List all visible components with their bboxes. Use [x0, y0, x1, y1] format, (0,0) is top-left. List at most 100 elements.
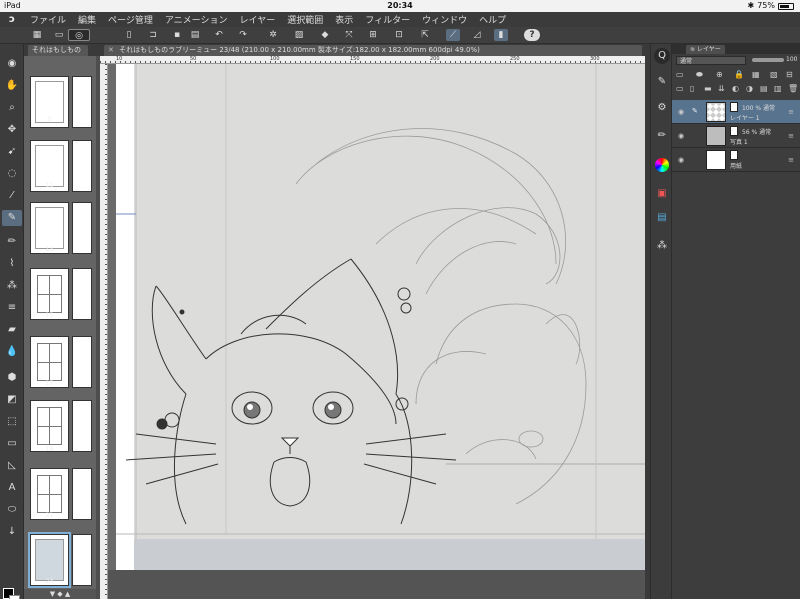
zoom-icon[interactable]: ◉ — [2, 56, 22, 72]
gradient-icon[interactable]: ◩ — [2, 392, 22, 408]
delete-layer-icon[interactable]: 🗑 — [788, 84, 798, 93]
redo-icon[interactable]: ↷ — [236, 29, 250, 41]
balloon-icon[interactable]: ⬭ — [2, 502, 22, 518]
text-icon[interactable]: A — [2, 480, 22, 496]
invert-selection-icon[interactable]: ⊞ — [366, 29, 380, 41]
menu-page-manage[interactable]: ページ管理 — [102, 13, 159, 26]
frame-border-icon[interactable]: ▭ — [2, 436, 22, 452]
merge-down-icon[interactable]: ⇊ — [718, 84, 725, 93]
mask-display-icon[interactable]: ▥ — [774, 84, 782, 93]
clip-layer-icon[interactable]: ⬬ — [696, 70, 703, 80]
layer-row[interactable]: ◉ 用紙 ≡ — [672, 148, 800, 172]
close-tab-icon[interactable]: ✕ — [108, 46, 114, 54]
search-icon[interactable]: Q — [654, 48, 670, 64]
ruler-link-icon[interactable]: ⊟ — [786, 70, 793, 79]
snap-special-ruler-icon[interactable]: ◿ — [470, 29, 484, 41]
eye-icon[interactable]: ◉ — [678, 156, 684, 164]
menu-view[interactable]: 表示 — [329, 13, 359, 26]
color-wheel-icon[interactable] — [655, 158, 669, 172]
menu-selection[interactable]: 選択範囲 — [281, 13, 329, 26]
new-file-icon[interactable]: ▭ — [52, 29, 66, 41]
eye-icon[interactable]: ◉ — [678, 132, 684, 140]
page-strip-scroll-controls[interactable]: ▼ ◆ ▲ — [24, 589, 96, 599]
lock-transparency-icon[interactable]: ▦ — [752, 70, 760, 79]
pen-icon[interactable]: ✎ — [2, 210, 22, 226]
sub-tool-icon[interactable]: ✎ — [654, 74, 670, 90]
correct-line-icon[interactable]: ↓ — [2, 524, 22, 540]
eye-icon[interactable]: ◉ — [678, 108, 684, 116]
menu-window[interactable]: ウィンドウ — [416, 13, 473, 26]
transform-icon[interactable]: ⤧ — [342, 29, 356, 41]
canvas-area[interactable]: 10 50 100 150 200 250 300 — [100, 56, 645, 599]
page-thumbnail[interactable] — [72, 336, 92, 388]
page-thumbnail[interactable] — [72, 202, 92, 254]
menu-layer[interactable]: レイヤー — [234, 13, 282, 26]
apply-mask-icon[interactable]: ◑ — [746, 84, 753, 93]
undo-icon[interactable]: ↶ — [212, 29, 226, 41]
color-set-icon[interactable]: ▣ — [654, 186, 670, 202]
page-thumbnail[interactable] — [72, 140, 92, 192]
save-as-icon[interactable]: ▤ — [188, 29, 202, 41]
figure-icon[interactable]: ⬚ — [2, 414, 22, 430]
material-icon[interactable]: ⁂ — [654, 238, 670, 254]
scale-icon[interactable]: ⇱ — [418, 29, 432, 41]
page-thumbnail[interactable] — [72, 268, 92, 320]
opacity-slider[interactable] — [752, 58, 784, 62]
layer-menu-icon[interactable]: ≡ — [788, 156, 794, 164]
pencil-icon[interactable]: ✏ — [2, 234, 22, 250]
mask-icon[interactable]: ▧ — [770, 70, 778, 79]
snap-ruler-icon[interactable]: ⟋ — [446, 29, 460, 41]
draft-icon[interactable]: ▤ — [760, 84, 768, 93]
new-folder-icon[interactable]: ▬ — [704, 84, 712, 93]
page-thumbnail[interactable] — [30, 400, 69, 452]
layer-row-selected[interactable]: ◉ ✎ 100 % 通常 レイヤー 1 ≡ — [672, 100, 800, 124]
app-logo-icon[interactable]: ↄ — [0, 14, 24, 25]
color-history-icon[interactable]: ▤ — [654, 210, 670, 226]
help-icon[interactable]: ? — [524, 29, 540, 41]
save-icon[interactable]: ▪ — [170, 29, 184, 41]
eyedropper-icon[interactable]: ⁄ — [2, 188, 22, 204]
ruler-icon[interactable]: ◺ — [2, 458, 22, 474]
menu-file[interactable]: ファイル — [24, 13, 72, 26]
menu-edit[interactable]: 編集 — [72, 13, 102, 26]
new-mask-icon[interactable]: ◐ — [732, 84, 739, 93]
canvas-scroll-area[interactable] — [108, 570, 645, 599]
snap-grid-icon[interactable]: ▮ — [494, 29, 508, 41]
magnifier-icon[interactable]: ⌕ — [2, 100, 22, 116]
clip-studio-icon[interactable]: ◎ — [68, 29, 90, 41]
layer-menu-icon[interactable]: ≡ — [788, 132, 794, 140]
page-thumbnail[interactable] — [72, 76, 92, 128]
grid-view-icon[interactable]: ▦ — [30, 29, 44, 41]
blend-mode-select[interactable]: 通常 — [676, 56, 746, 65]
hand-icon[interactable]: ✋ — [2, 78, 22, 94]
brush-size-icon[interactable]: ✏ — [654, 128, 670, 144]
menu-animation[interactable]: アニメーション — [159, 13, 234, 26]
move-icon[interactable]: ✥ — [2, 122, 22, 138]
fill-bucket-icon[interactable]: ⬢ — [2, 370, 22, 386]
background-color-swatch[interactable] — [9, 595, 20, 599]
layer-color-icon[interactable]: ▭ — [676, 70, 684, 79]
tab-layer[interactable]: ≋ レイヤー — [686, 45, 725, 54]
layer-row[interactable]: ◉ 56 % 通常 写真 1 ≡ — [672, 124, 800, 148]
menu-help[interactable]: ヘルプ — [473, 13, 512, 26]
open-folder-icon[interactable]: ⊐ — [146, 29, 160, 41]
lasso-icon[interactable]: ◌ — [2, 166, 22, 182]
tool-property-icon[interactable]: ⚙ — [654, 100, 670, 116]
deselect-icon[interactable]: ◆ — [318, 29, 332, 41]
reference-layer-icon[interactable]: ⊕ — [716, 70, 723, 79]
opacity-value[interactable]: 100 — [786, 56, 797, 63]
clear-icon[interactable]: ✲ — [266, 29, 280, 41]
lock-icon[interactable]: 🔒 — [734, 70, 744, 79]
new-vector-layer-icon[interactable]: ▯ — [690, 84, 694, 93]
crop-icon[interactable]: ⊡ — [392, 29, 406, 41]
tab-pages[interactable]: それはもしもの — [28, 45, 88, 56]
operation-icon[interactable]: ➹ — [2, 144, 22, 160]
menu-filter[interactable]: フィルター — [359, 13, 416, 26]
decoration-icon[interactable]: ≡ — [2, 300, 22, 316]
document-icon[interactable]: ▯ — [122, 29, 136, 41]
brush-icon[interactable]: ⌇ — [2, 256, 22, 272]
layer-menu-icon[interactable]: ≡ — [788, 108, 794, 116]
page-thumbnail[interactable] — [72, 534, 92, 586]
page-thumbnail[interactable] — [72, 468, 92, 520]
eraser-icon[interactable]: ▰ — [2, 322, 22, 338]
